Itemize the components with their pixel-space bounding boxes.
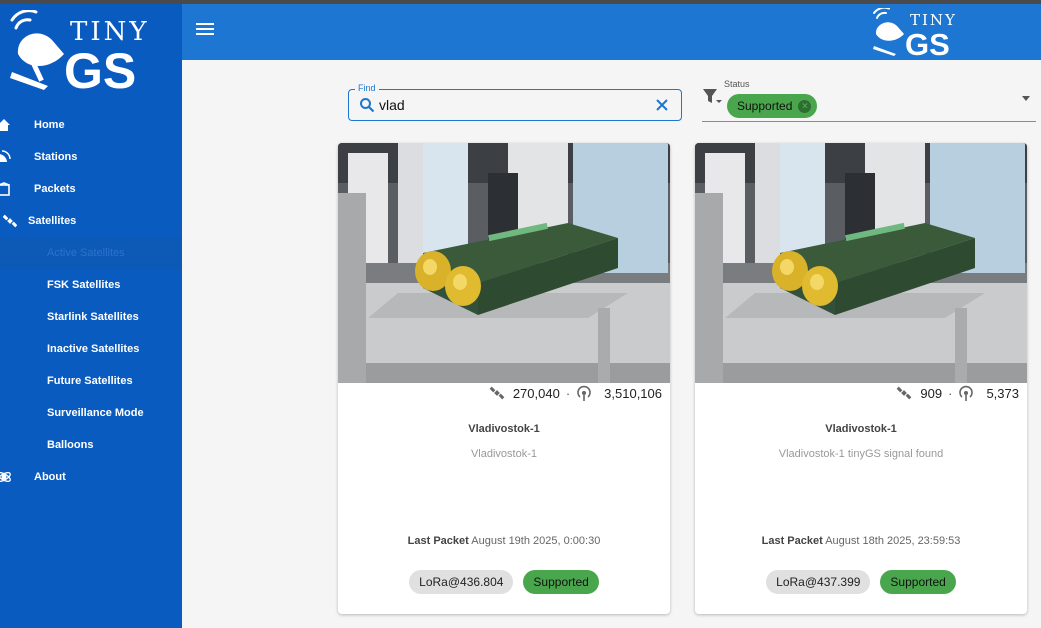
clear-icon[interactable] [655,98,669,112]
separator-dot: · [948,385,953,401]
sidebar-item-label: Stations [34,151,78,163]
sidebar-nav: Home Stations Packets Satellites Active … [0,109,182,493]
card-chips: LoRa@437.399 Supported [695,570,1027,594]
status-chip[interactable]: Supported [523,570,599,594]
sidebar-item-label: Balloons [47,439,94,451]
last-packet-time: August 19th 2025, 0:00:30 [471,535,601,547]
satellite-name[interactable]: Vladivostok-1 [338,423,670,435]
stat-packets: 270,040 [512,385,560,401]
sidebar-item-stations[interactable]: Stations [0,141,182,173]
tinygs-logo[interactable]: TINY GS [8,10,178,94]
search-icon [359,97,375,118]
satellite-icon [2,213,18,229]
status-chip[interactable]: Supported [880,570,956,594]
sidebar-item-label: FSK Satellites [47,279,121,291]
separator-dot: · [565,385,571,401]
last-packet-time: August 18th 2025, 23:59:53 [825,535,961,547]
dropdown-arrow-icon[interactable] [1022,96,1030,101]
svg-text:GS: GS [64,43,136,94]
satellite-icon [489,386,505,400]
antenna-icon [577,385,591,401]
sidebar-item-label: About [34,471,66,483]
satellite-photo [338,143,670,383]
satellite-card[interactable]: 270,040 · 3,510,106 Vladivostok-1 Vladiv… [338,143,670,614]
satellite-card[interactable]: 909 · 5,373 Vladivostok-1 Vladivostok-1 … [695,143,1027,614]
sidebar-item-packets[interactable]: Packets [0,173,182,205]
satellite-name[interactable]: Vladivostok-1 [695,423,1027,435]
tinygs-header-logo[interactable]: TINY GS [872,8,972,58]
sidebar-item-starlink-satellites[interactable]: Starlink Satellites [0,301,182,333]
sidebar-item-about[interactable]: About [0,461,182,493]
sidebar-item-label: Future Satellites [47,375,133,387]
sidebar-item-label: Home [34,119,65,131]
sidebar-item-inactive-satellites[interactable]: Inactive Satellites [0,333,182,365]
sidebar-item-label: Satellites [28,215,77,227]
orbit-icon [0,469,12,485]
last-packet: Last Packet August 18th 2025, 23:59:53 [695,535,1027,547]
antenna-icon [959,385,974,401]
sidebar-item-surveillance-mode[interactable]: Surveillance Mode [0,397,182,429]
sidebar-item-future-satellites[interactable]: Future Satellites [0,365,182,397]
status-chip-label: Supported [737,99,793,113]
frequency-chip[interactable]: LoRa@437.399 [766,570,871,594]
search-input[interactable] [379,96,639,114]
stat-packets: 909 [920,385,943,401]
svg-text:GS: GS [905,27,950,58]
sidebar-item-fsk-satellites[interactable]: FSK Satellites [0,269,182,301]
satellite-icon [897,386,912,400]
satellite-photo [695,143,1027,383]
home-icon [0,117,12,133]
filter-icon [702,88,722,111]
stat-stations: 3,510,106 [604,385,662,401]
find-label: Find [355,83,379,93]
sidebar-item-label: Surveillance Mode [47,407,144,419]
sidebar-item-balloons[interactable]: Balloons [0,429,182,461]
sidebar-item-satellites[interactable]: Satellites [0,205,182,237]
app-bar: TINY GS [182,4,1041,60]
satellite-description: Vladivostok-1 tinyGS signal found [778,448,944,460]
status-label: Status [724,79,750,89]
satellite-description: Vladivostok-1 [470,448,538,460]
card-stats: 270,040 · 3,510,106 [481,383,662,403]
card-chips: LoRa@436.804 Supported [338,570,670,594]
last-packet-label: Last Packet [407,535,469,547]
satellite-dish-icon [0,149,12,165]
last-packet: Last Packet August 19th 2025, 0:00:30 [338,535,670,547]
sidebar-item-label: Active Satellites [47,247,125,259]
last-packet-label: Last Packet [761,535,823,547]
status-select[interactable]: Status Supported × [702,78,1036,122]
sidebar-item-home[interactable]: Home [0,109,182,141]
card-stats: 909 · 5,373 [888,383,1019,403]
sidebar-item-label: Inactive Satellites [47,343,140,355]
stat-stations: 5,373 [986,385,1019,401]
chip-remove-icon[interactable]: × [798,99,812,113]
sidebar-item-label: Packets [34,183,76,195]
sidebar: TINY GS Home Stations Packets Satellites… [0,4,182,628]
sidebar-item-label: Starlink Satellites [47,311,139,323]
status-chip[interactable]: Supported × [727,94,818,118]
hamburger-menu-icon[interactable] [196,23,214,37]
frequency-chip[interactable]: LoRa@436.804 [409,570,514,594]
find-field[interactable]: Find [348,83,682,121]
sidebar-item-active-satellites[interactable]: Active Satellites [0,237,182,269]
package-icon [0,181,12,197]
